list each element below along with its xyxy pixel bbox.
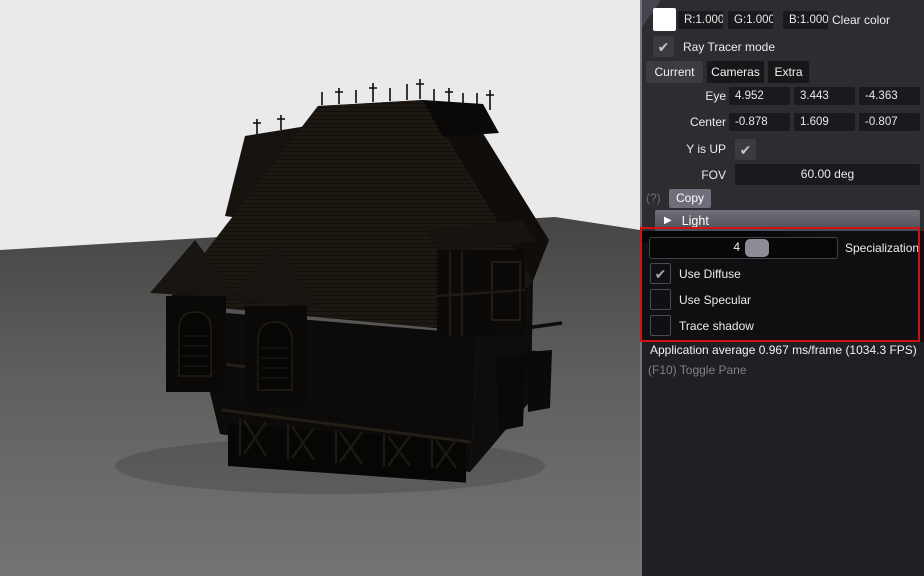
use-specular-checkbox[interactable]: [650, 289, 671, 310]
tab-cameras[interactable]: Cameras: [707, 61, 764, 83]
help-hint: (?): [646, 191, 661, 205]
fov-field[interactable]: 60.00 deg: [735, 164, 920, 185]
ray-tracer-checkbox[interactable]: ✔: [653, 36, 674, 57]
copy-button[interactable]: Copy: [669, 189, 711, 208]
clear-color-g-field[interactable]: G:1.000: [728, 11, 773, 29]
scene-svg: [0, 0, 640, 576]
eye-z-field[interactable]: -4.363: [859, 87, 920, 105]
center-label: Center: [642, 115, 726, 129]
y-is-up-label: Y is UP: [642, 142, 726, 156]
clear-color-r-field[interactable]: R:1.000: [678, 11, 723, 29]
expand-arrow-icon: ▶: [664, 215, 672, 226]
checkmark-icon: ✔: [658, 40, 670, 54]
specialization-slider-handle[interactable]: [745, 239, 769, 257]
use-specular-label: Use Specular: [679, 293, 751, 307]
trace-shadow-label: Trace shadow: [679, 319, 754, 333]
panel-bottom-section: [642, 342, 924, 576]
y-is-up-checkbox[interactable]: ✔: [735, 139, 756, 160]
clear-color-swatch[interactable]: [653, 8, 676, 31]
tab-current[interactable]: Current: [646, 61, 703, 83]
eye-label: Eye: [642, 89, 726, 103]
settings-panel: R:1.000 G:1.000 B:1.000 Clear color ✔ Ra…: [640, 0, 924, 576]
trace-shadow-checkbox[interactable]: [650, 315, 671, 336]
use-diffuse-label: Use Diffuse: [679, 267, 741, 281]
viewport-3d-scene[interactable]: [0, 0, 640, 576]
specialization-slider[interactable]: 4: [649, 237, 838, 259]
tab-extra[interactable]: Extra: [768, 61, 809, 83]
specialization-value: 4: [708, 240, 740, 254]
use-diffuse-checkbox[interactable]: ✔: [650, 263, 671, 284]
center-y-field[interactable]: 1.609: [794, 113, 855, 131]
light-group-header[interactable]: ▶ Light: [655, 210, 920, 231]
checkmark-icon: ✔: [740, 143, 752, 157]
fps-status-line: Application average 0.967 ms/frame (1034…: [650, 343, 917, 357]
eye-x-field[interactable]: 4.952: [729, 87, 790, 105]
specialization-label: Specialization: [845, 241, 919, 255]
clear-color-label: Clear color: [832, 13, 890, 27]
center-x-field[interactable]: -0.878: [729, 113, 790, 131]
fov-label: FOV: [642, 168, 726, 182]
light-group-label: Light: [682, 214, 709, 228]
eye-y-field[interactable]: 3.443: [794, 87, 855, 105]
toggle-pane-hint: (F10) Toggle Pane: [648, 363, 747, 377]
ray-tracer-label: Ray Tracer mode: [683, 40, 775, 54]
center-z-field[interactable]: -0.807: [859, 113, 920, 131]
clear-color-b-field[interactable]: B:1.000: [783, 11, 828, 29]
checkmark-icon: ✔: [655, 267, 667, 281]
